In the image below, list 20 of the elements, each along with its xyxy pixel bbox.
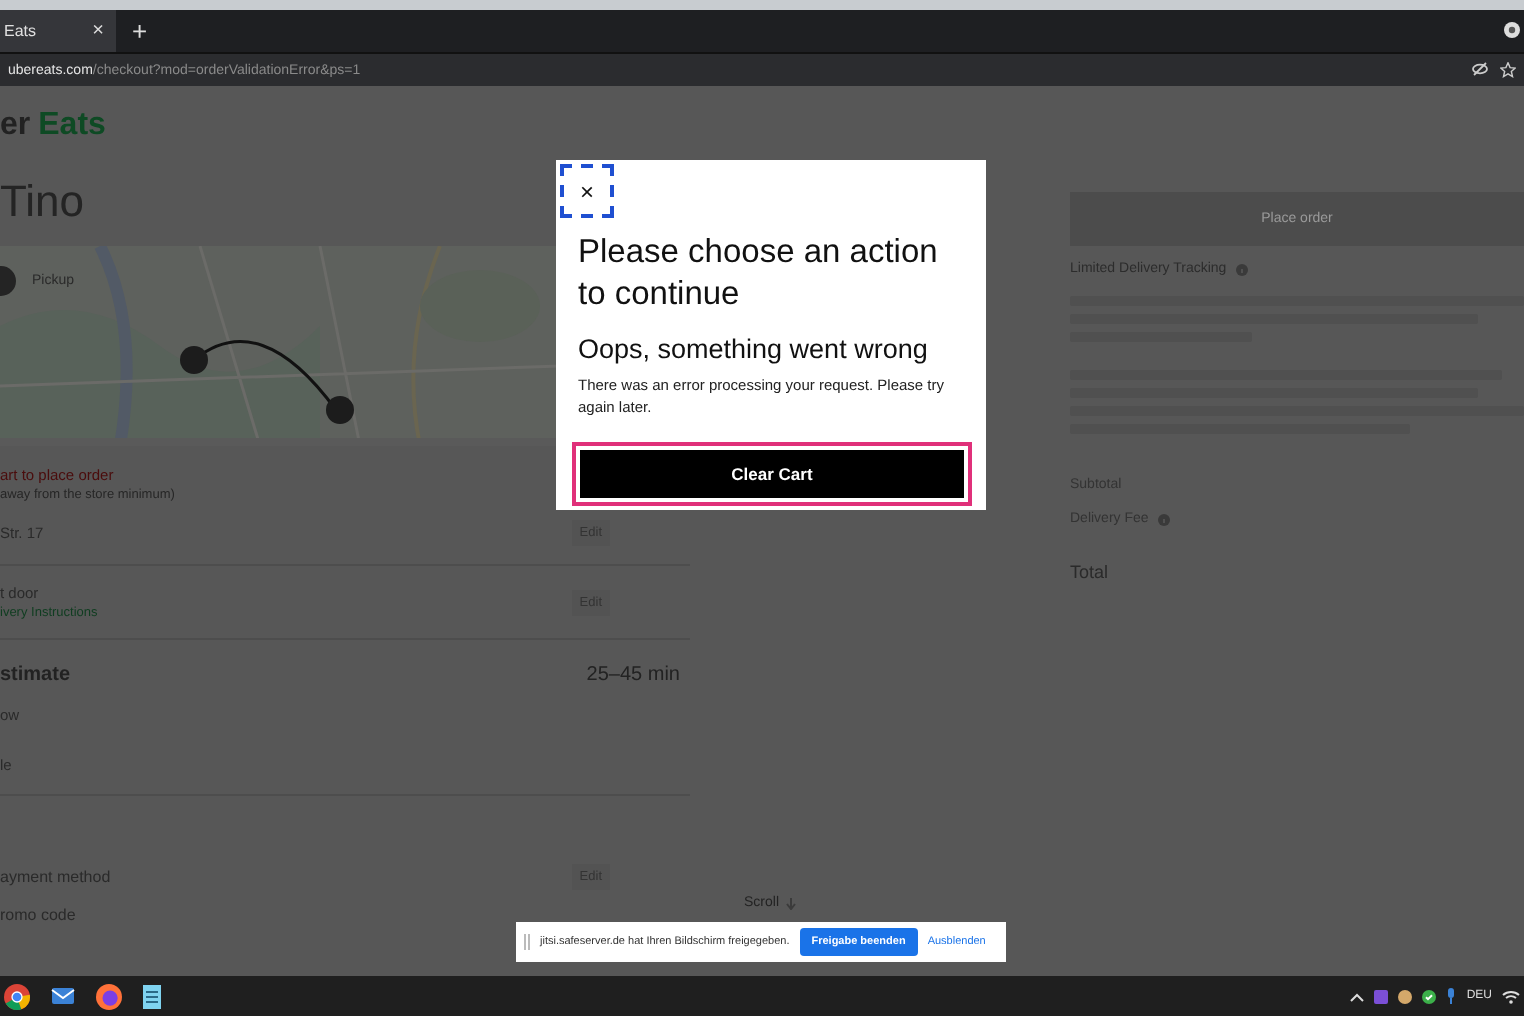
clear-cart-button[interactable]: Clear Cart [572,442,972,506]
eye-off-icon[interactable] [1472,62,1488,76]
account-icon[interactable] [1504,22,1520,38]
dialog-title: Please choose an action to continue [578,232,940,316]
app-icon[interactable] [1374,989,1389,1003]
drag-handle[interactable] [524,934,530,950]
dialog-subtitle: Oops, something went wrong [578,334,930,364]
new-tab-button[interactable]: + [128,16,152,46]
tab-close-button[interactable]: × [92,20,104,42]
down-arrow-icon [785,897,796,909]
microphone-icon[interactable] [1446,988,1457,1004]
close-button[interactable]: × [560,164,614,218]
notepad-icon[interactable] [142,983,162,1009]
star-icon[interactable] [1500,62,1516,78]
check-icon[interactable] [1422,989,1437,1003]
mail-icon[interactable] [50,984,76,1008]
browser-tab[interactable]: Eats × [0,10,116,52]
chevron-up-icon[interactable] [1350,991,1365,1001]
wifi-icon[interactable] [1502,989,1520,1003]
tab-title: Eats [4,22,37,40]
